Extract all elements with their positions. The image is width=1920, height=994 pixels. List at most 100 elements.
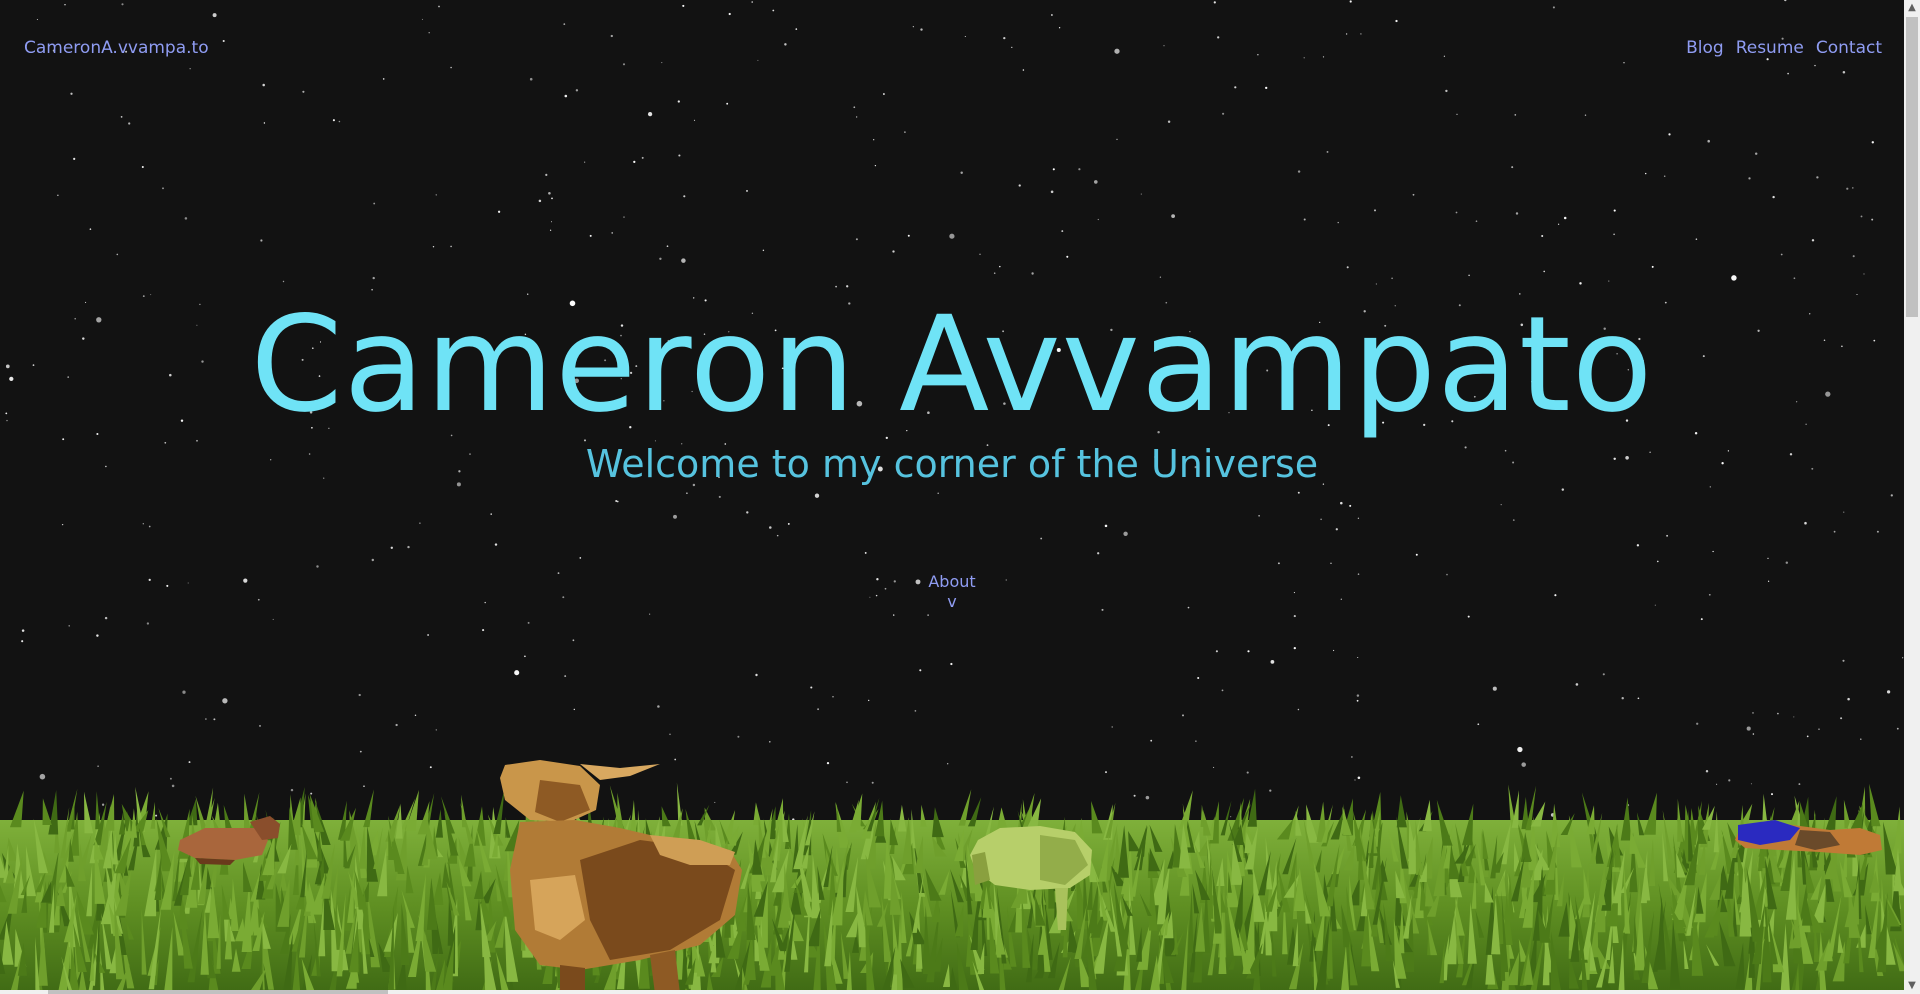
scroll-down-icon[interactable]: ▼ — [1904, 978, 1920, 994]
star — [1515, 212, 1519, 215]
star — [1843, 511, 1845, 513]
star — [1477, 723, 1480, 726]
star — [514, 670, 520, 676]
star — [1818, 728, 1820, 731]
star — [1767, 580, 1770, 582]
star — [1871, 141, 1874, 144]
star — [1557, 223, 1560, 225]
star — [1395, 19, 1398, 23]
star — [784, 43, 787, 46]
horizontal-scrollbar[interactable] — [0, 990, 1904, 994]
star — [68, 625, 70, 627]
star — [1357, 517, 1360, 519]
star — [1140, 193, 1142, 195]
star — [1058, 27, 1061, 29]
star — [1645, 172, 1647, 175]
star — [864, 551, 867, 554]
star — [450, 66, 452, 69]
star — [1561, 488, 1565, 491]
star — [205, 718, 207, 720]
star — [1415, 553, 1418, 556]
star — [616, 500, 619, 503]
star — [993, 272, 996, 274]
star — [189, 68, 191, 70]
nav-blog-link[interactable]: Blog — [1686, 38, 1724, 58]
star — [584, 161, 586, 163]
star — [1752, 733, 1755, 735]
star — [1695, 238, 1698, 240]
star — [678, 154, 681, 157]
star — [1468, 274, 1470, 277]
star — [1066, 255, 1069, 258]
star — [1767, 557, 1769, 560]
star — [1554, 594, 1557, 597]
page-subtitle: Welcome to my corner of the Universe — [585, 442, 1319, 486]
star — [1093, 180, 1098, 184]
star — [1031, 272, 1034, 275]
star — [893, 580, 896, 583]
star — [914, 710, 917, 712]
star — [572, 639, 575, 642]
star — [1270, 660, 1275, 664]
scroll-up-icon[interactable]: ▲ — [1904, 0, 1920, 16]
star — [755, 673, 758, 677]
star — [1247, 650, 1250, 653]
star — [682, 4, 685, 7]
star — [263, 122, 266, 124]
top-nav: Blog Resume Contact — [1686, 38, 1882, 58]
star — [222, 39, 225, 43]
star — [892, 250, 895, 253]
star — [1500, 503, 1502, 506]
vertical-scrollbar[interactable]: ▲ ▼ — [1904, 0, 1920, 994]
star — [212, 13, 217, 18]
star — [1446, 573, 1448, 576]
star — [693, 119, 696, 121]
star — [1111, 726, 1113, 728]
star — [1215, 650, 1218, 653]
star — [1575, 683, 1579, 686]
star — [1326, 150, 1329, 153]
vertical-scrollbar-thumb[interactable] — [1906, 17, 1918, 317]
star — [856, 116, 858, 118]
star — [1097, 552, 1100, 555]
star — [1374, 209, 1376, 212]
star — [1293, 615, 1296, 618]
star — [1842, 70, 1846, 74]
star — [1104, 524, 1108, 528]
star — [907, 234, 910, 237]
star — [395, 723, 398, 727]
nav-resume-link[interactable]: Resume — [1736, 38, 1804, 58]
star — [1772, 195, 1775, 199]
star — [1579, 282, 1582, 285]
star — [868, 699, 870, 702]
star — [810, 686, 813, 689]
star — [372, 276, 375, 280]
site-home-link[interactable]: CameronA.vvampa.to — [24, 38, 209, 58]
chevron-down-icon: v — [947, 592, 957, 611]
star — [787, 522, 790, 525]
star — [1005, 579, 1007, 581]
grass-blade — [1620, 797, 1632, 841]
grass-blade — [1396, 795, 1407, 828]
nav-contact-link[interactable]: Contact — [1816, 38, 1882, 58]
star — [1182, 714, 1184, 717]
star — [1340, 598, 1342, 600]
star — [737, 735, 740, 738]
star — [1003, 36, 1006, 40]
star — [564, 675, 567, 678]
star — [148, 578, 151, 582]
star — [382, 78, 385, 80]
star — [950, 662, 953, 666]
star — [746, 511, 749, 514]
star — [1656, 560, 1659, 563]
star — [1608, 280, 1610, 282]
star — [490, 513, 492, 515]
star — [1863, 273, 1865, 275]
star — [432, 246, 435, 248]
star — [435, 194, 437, 196]
star — [1746, 726, 1751, 731]
grass-blade — [243, 793, 252, 834]
horizontal-scrollbar-thumb[interactable] — [48, 990, 388, 994]
star — [262, 83, 265, 87]
about-scroll-link[interactable]: About v — [902, 572, 1002, 612]
